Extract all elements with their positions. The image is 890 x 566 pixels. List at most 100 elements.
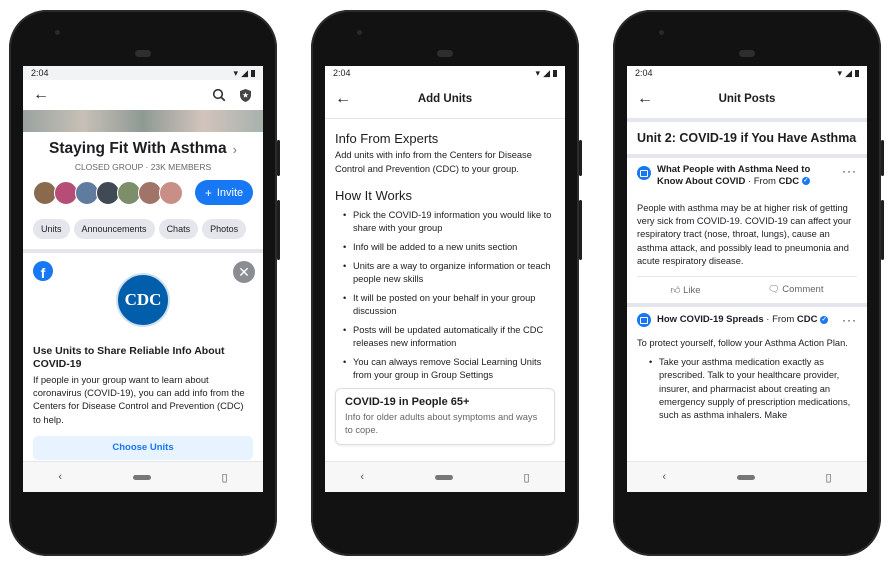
post-actions: 👍︎ Like 🗨︎ Comment — [637, 276, 857, 303]
wifi-icon: ▾ — [535, 67, 541, 78]
status-bar: 2:04 ▾ ◢ — [325, 66, 565, 80]
verified-badge-icon: ✓ — [801, 177, 810, 186]
status-time: 2:04 — [333, 68, 351, 78]
nav-home-icon[interactable] — [132, 474, 151, 480]
tab-photos[interactable]: Photos — [202, 219, 247, 239]
screen-unit-posts: 2:04 ▾ ◢ ← Unit Posts Unit 2: COVID-19 i… — [627, 66, 867, 492]
add-units-page: ← Add Units Info From Experts Add units … — [325, 80, 565, 462]
unit-card-body: Info for older adults about symptoms and… — [345, 412, 538, 435]
chevron-right-icon[interactable]: › — [233, 142, 237, 157]
search-icon[interactable] — [212, 88, 226, 102]
group-page: ← Staying Fit With Asthma › CLOSED GROUP… — [23, 80, 263, 462]
comment-button[interactable]: 🗨︎ Comment — [768, 284, 824, 296]
unit-card[interactable]: COVID-19 in People 65+ Info for older ad… — [335, 388, 555, 445]
android-nav-bar: ‹ ▯ — [627, 461, 867, 492]
add-units-top-bar: ← Add Units — [325, 80, 565, 119]
member-avatar[interactable] — [159, 180, 183, 205]
nav-back-icon[interactable]: ‹ — [360, 471, 364, 483]
more-options-icon[interactable]: ··· — [842, 313, 857, 327]
post-intro: To protect yourself, follow your Asthma … — [637, 338, 848, 349]
volume-button — [579, 200, 582, 260]
list-item: Pick the COVID-19 information you would … — [343, 209, 555, 235]
group-title[interactable]: Staying Fit With Asthma — [49, 140, 227, 158]
post-from: · From — [747, 176, 776, 187]
unit-posts-top-bar: ← Unit Posts — [627, 80, 867, 118]
nav-home-icon[interactable] — [736, 474, 755, 480]
card-heading: Use Units to Share Reliable Info About C… — [33, 345, 225, 370]
post-body: People with asthma may be at higher risk… — [637, 203, 852, 266]
post-title[interactable]: How COVID-19 Spreads — [657, 314, 764, 325]
page-title: Add Units — [417, 93, 473, 105]
screen-group: 2:04 ▾ ◢ ← Staying Fit With Asthma › CLO… — [23, 66, 263, 492]
verified-badge-icon: ✓ — [820, 315, 829, 324]
page-title: Unit Posts — [718, 93, 776, 105]
unit-card-title: COVID-19 in People 65+ — [345, 396, 470, 408]
status-bar: 2:04 ▾ ◢ — [23, 66, 263, 80]
choose-units-label: Choose Units — [112, 441, 174, 453]
card-body: If people in your group want to learn ab… — [33, 374, 245, 425]
info-from-experts-heading: Info From Experts — [335, 131, 439, 146]
phone-frame-3: 2:04 ▾ ◢ ← Unit Posts Unit 2: COVID-19 i… — [613, 10, 884, 556]
volume-button — [277, 200, 280, 260]
nav-back-icon[interactable]: ‹ — [58, 471, 62, 483]
comment-icon: 🗨︎ — [767, 284, 780, 296]
invite-button[interactable]: + Invite — [195, 180, 253, 205]
power-button — [277, 140, 280, 176]
nav-home-icon[interactable] — [434, 474, 453, 480]
more-options-icon[interactable]: ··· — [842, 164, 857, 178]
nav-recents-icon[interactable]: ▯ — [222, 471, 228, 484]
power-button — [881, 140, 884, 176]
unit-heading: Unit 2: COVID-19 if You Have Asthma — [637, 131, 857, 145]
choose-units-button[interactable]: Choose Units — [33, 435, 253, 460]
close-icon[interactable]: ✕ — [233, 261, 255, 283]
earpiece-speaker — [135, 50, 151, 57]
android-nav-bar: ‹ ▯ — [23, 461, 263, 492]
phone-frame-2: 2:04 ▾ ◢ ← Add Units Info From Experts A… — [311, 10, 582, 556]
tab-announcements[interactable]: Announcements — [73, 219, 155, 239]
earpiece-speaker — [437, 50, 453, 57]
list-item: Units are a way to organize information … — [343, 260, 555, 286]
group-tabs: Units Announcements Chats Photos — [33, 219, 253, 239]
list-item: Take your asthma medication exactly as p… — [649, 356, 857, 422]
status-bar: 2:04 ▾ ◢ — [627, 66, 867, 80]
invite-label: Invite — [216, 186, 244, 199]
post-1: What People with Asthma Need to Know Abo… — [627, 158, 867, 303]
post-source[interactable]: CDC — [797, 314, 818, 325]
how-it-works-heading: How It Works — [335, 188, 413, 203]
how-it-works-list: Pick the COVID-19 information you would … — [335, 209, 555, 382]
list-item: Posts will be updated automatically if t… — [343, 324, 555, 350]
admin-shield-icon[interactable] — [238, 88, 253, 103]
nav-recents-icon[interactable]: ▯ — [524, 471, 530, 484]
volume-button — [881, 200, 884, 260]
back-arrow-icon[interactable]: ← — [637, 91, 653, 107]
cdc-units-card: f ✕ CDC Use Units to Share Reliable Info… — [23, 253, 263, 462]
tab-chats[interactable]: Chats — [158, 219, 199, 239]
nav-back-icon[interactable]: ‹ — [662, 471, 666, 483]
post-source[interactable]: CDC — [779, 176, 800, 187]
tab-units[interactable]: Units — [33, 219, 70, 239]
list-item: You can always remove Social Learning Un… — [343, 356, 555, 382]
back-arrow-icon[interactable]: ← — [33, 87, 49, 103]
group-meta: CLOSED GROUP · 23K MEMBERS — [74, 162, 212, 172]
wifi-icon: ▾ — [837, 67, 843, 78]
status-time: 2:04 — [635, 68, 653, 78]
list-item: It will be posted on your behalf in your… — [343, 292, 555, 318]
battery-icon — [251, 69, 255, 77]
front-camera — [659, 30, 664, 35]
battery-icon — [855, 69, 859, 77]
phone-frame-1: 2:04 ▾ ◢ ← Staying Fit With Asthma › CLO… — [9, 10, 280, 556]
back-arrow-icon[interactable]: ← — [335, 91, 351, 107]
signal-icon: ◢ — [845, 67, 852, 78]
power-button — [579, 140, 582, 176]
unit-post-icon — [637, 166, 651, 180]
front-camera — [55, 30, 60, 35]
list-item: Info will be added to a new units sectio… — [343, 241, 555, 254]
info-from-experts-body: Add units with info from the Centers for… — [335, 150, 532, 174]
member-row: + Invite — [33, 180, 253, 205]
signal-icon: ◢ — [543, 67, 550, 78]
cdc-logo: CDC — [116, 273, 170, 327]
post-from: · From — [766, 314, 795, 326]
post-2: How COVID-19 Spreads · From CDC ✓ ··· To… — [627, 307, 867, 422]
like-button[interactable]: 👍︎ Like — [671, 284, 701, 296]
nav-recents-icon[interactable]: ▯ — [826, 471, 832, 484]
